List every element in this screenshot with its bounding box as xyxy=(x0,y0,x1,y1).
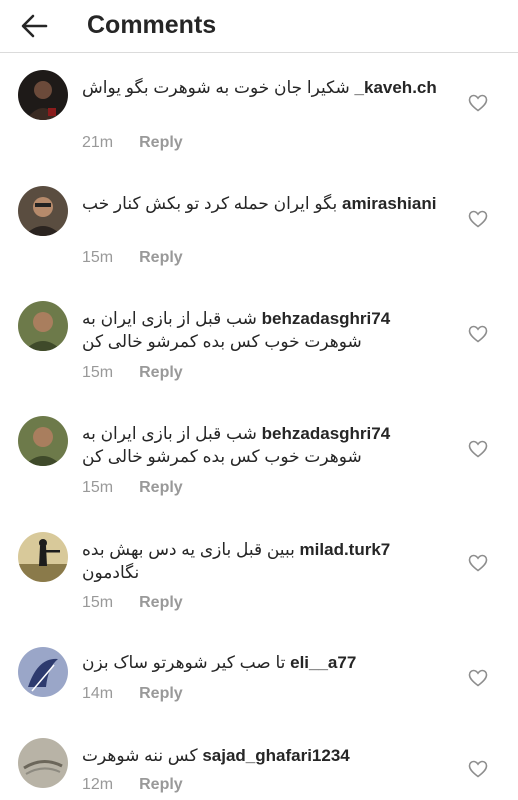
comment-username[interactable]: eli__a77 xyxy=(290,653,356,672)
comment-text: sajad_ghafari1234 کس ننه شوهرت xyxy=(82,744,442,767)
avatar[interactable] xyxy=(18,186,68,236)
avatar[interactable] xyxy=(18,532,68,582)
heart-icon[interactable] xyxy=(468,760,488,778)
arrow-left-icon xyxy=(21,14,48,38)
reply-button[interactable]: Reply xyxy=(139,776,183,794)
comment-meta: 12m Reply xyxy=(82,776,183,794)
comment-text: milad.turk7 ببین قبل بازی یه دس بهش بده … xyxy=(82,538,442,584)
comment-username[interactable]: _kaveh.ch xyxy=(355,78,437,97)
comment-meta: 14m Reply xyxy=(82,685,183,703)
avatar[interactable] xyxy=(18,70,68,120)
comment-body: تا صب کیر شوهرتو ساک بزن xyxy=(82,653,286,672)
heart-icon[interactable] xyxy=(468,554,488,572)
reply-button[interactable]: Reply xyxy=(139,249,183,267)
avatar[interactable] xyxy=(18,416,68,466)
comment-username[interactable]: amirashiani xyxy=(342,194,437,213)
back-button[interactable] xyxy=(14,6,54,46)
comment-time: 21m xyxy=(82,134,114,151)
comments-screen: Comments _kaveh.ch شکیرا جان خوت به شوهر… xyxy=(0,0,518,800)
comment-meta: 15m Reply xyxy=(82,364,183,382)
comment-time: 12m xyxy=(82,776,114,793)
header-bar: Comments xyxy=(0,0,518,53)
comment-time: 15m xyxy=(82,249,114,266)
comment-time: 15m xyxy=(82,479,114,496)
comment-username[interactable]: milad.turk7 xyxy=(300,540,391,559)
comment-meta: 15m Reply xyxy=(82,594,183,612)
avatar[interactable] xyxy=(18,301,68,351)
comment-time: 15m xyxy=(82,594,114,611)
comment-text: behzadasghri74 شب قبل از بازی ایران به ش… xyxy=(82,422,442,468)
heart-icon[interactable] xyxy=(468,440,488,458)
reply-button[interactable]: Reply xyxy=(139,134,183,152)
reply-button[interactable]: Reply xyxy=(139,685,183,703)
comment-username[interactable]: behzadasghri74 xyxy=(262,424,391,443)
comment-body: بگو ایران حمله کرد تو بکش کنار خب xyxy=(82,194,338,213)
heart-icon[interactable] xyxy=(468,325,488,343)
page-title: Comments xyxy=(87,11,217,39)
comment-text: behzadasghri74 شب قبل از بازی ایران به ش… xyxy=(82,307,442,353)
comment-text: _kaveh.ch شکیرا جان خوت به شوهرت بگو یوا… xyxy=(82,76,442,99)
comment-time: 14m xyxy=(82,685,114,702)
reply-button[interactable]: Reply xyxy=(139,364,183,382)
comment-username[interactable]: sajad_ghafari1234 xyxy=(202,746,349,765)
comment-text: amirashiani بگو ایران حمله کرد تو بکش کن… xyxy=(82,192,442,215)
comment-body: ببین قبل بازی یه دس بهش بده نگادمون xyxy=(82,540,295,582)
comment-meta: 15m Reply xyxy=(82,479,183,497)
heart-icon[interactable] xyxy=(468,669,488,687)
comment-time: 15m xyxy=(82,364,114,381)
comment-text: eli__a77 تا صب کیر شوهرتو ساک بزن xyxy=(82,651,442,674)
comment-body: کس ننه شوهرت xyxy=(82,746,198,765)
reply-button[interactable]: Reply xyxy=(139,479,183,497)
comment-body: شکیرا جان خوت به شوهرت بگو یواش xyxy=(82,78,350,97)
heart-icon[interactable] xyxy=(468,94,488,112)
comment-meta: 15m Reply xyxy=(82,249,183,267)
reply-button[interactable]: Reply xyxy=(139,594,183,612)
avatar[interactable] xyxy=(18,738,68,788)
comment-meta: 21m Reply xyxy=(82,134,183,152)
avatar[interactable] xyxy=(18,647,68,697)
comment-username[interactable]: behzadasghri74 xyxy=(262,309,391,328)
heart-icon[interactable] xyxy=(468,210,488,228)
